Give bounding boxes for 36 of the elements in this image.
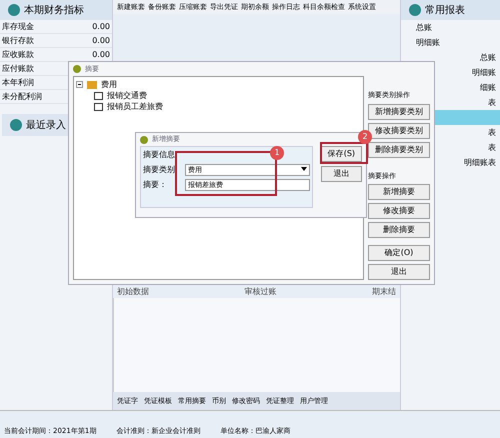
indicator-value: 0.00 [92,20,110,32]
indicator-label: 应收账款 [2,48,34,60]
column-header: 初始数据 [117,286,149,298]
dialog-button[interactable]: 退出 [368,264,430,280]
indicator-label: 银行存款 [2,34,34,46]
dialog-button[interactable]: 修改摘要类别 [368,122,430,138]
column-header: 审核过账 [244,286,276,298]
dialog-button[interactable]: 新增摘要类别 [368,104,430,120]
indicator-value: 0.00 [92,48,110,60]
folder-icon [87,80,97,88]
indicator-label: 本年利润 [2,76,34,88]
indicator-label: 库存现金 [2,20,34,32]
column-header: 期末结 [372,286,396,298]
indicator-label: 未分配利润 [2,90,42,102]
dialog-button[interactable]: 退出 [320,166,362,182]
dialog-button[interactable]: 删除摘要类别 [368,142,430,158]
panel-title: 本期财务指标 [24,4,84,18]
dialog-button[interactable]: 新增摘要 [368,184,430,200]
dialog-button[interactable]: 修改摘要 [368,203,430,219]
tree-toggle-icon[interactable] [76,81,83,88]
indicator-value: 0.00 [92,34,110,46]
dialog-button[interactable]: 确定(O) [368,245,430,261]
group-title: 摘要信息 [143,149,175,161]
tree-item[interactable]: 报销员工差旅费 [107,100,163,112]
indicator-label: 应付账款 [2,62,34,74]
dialog-button[interactable]: 删除摘要 [368,222,430,238]
field-label: 摘要类别 [143,164,176,176]
report-item[interactable]: 明细账 [401,35,500,50]
dropdown-arrow-icon [300,167,307,173]
field-label: 摘要： [143,179,168,191]
tree-item[interactable]: 费用 [101,78,117,90]
panel-title: 常用报表 [425,4,465,18]
dialog-button[interactable]: 保存(S) [320,146,362,162]
report-item[interactable]: 总账 [401,20,500,35]
report-item[interactable]: 总账 [401,50,500,65]
tree-item[interactable]: 报销交通费 [107,90,147,102]
